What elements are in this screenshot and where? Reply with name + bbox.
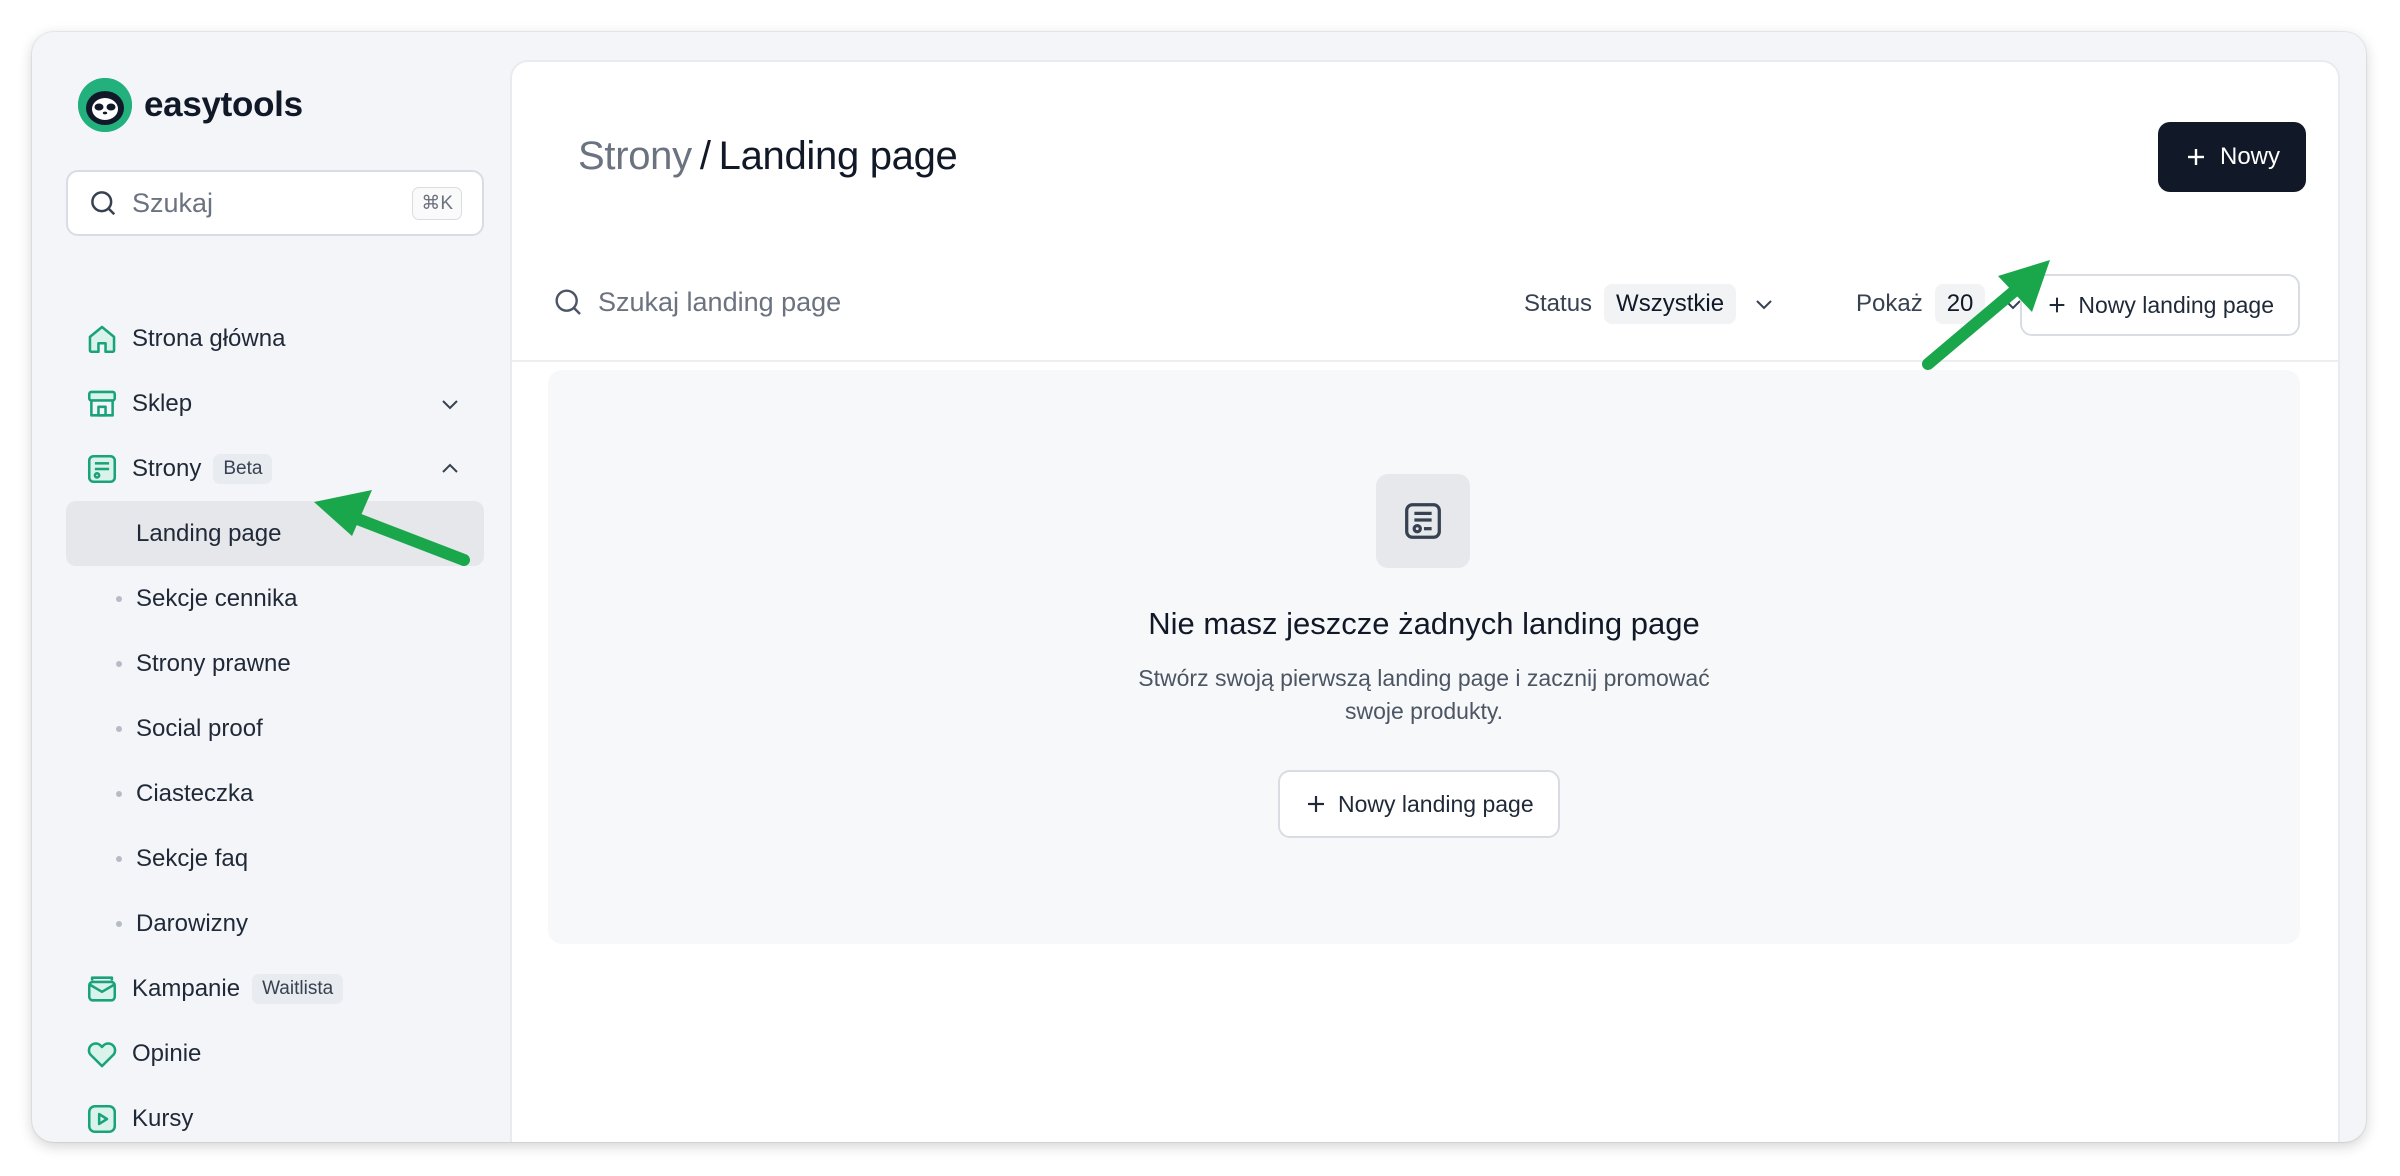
new-button-label: Nowy (2219, 143, 2280, 170)
sidebar-item-campaigns[interactable]: Kampanie Waitlista (66, 956, 484, 1021)
landing-search-input[interactable]: Szukaj landing page (552, 286, 841, 318)
empty-state-button-label: Nowy landing page (1338, 790, 1534, 817)
sidebar-item-label: Sklep (132, 389, 193, 417)
bullet-dot (116, 790, 122, 797)
sidebar-subitem-label: Ciasteczka (136, 779, 254, 807)
sidebar-item-label: Strony (132, 454, 202, 482)
sidebar-item-label: Kampanie (132, 974, 241, 1002)
sidebar-subitem-legal-pages[interactable]: Strony prawne (66, 631, 484, 696)
shortcut-hint: ⌘K (412, 186, 462, 220)
show-label: Pokaż (1856, 290, 1923, 317)
sidebar-item-label: Opinie (132, 1039, 202, 1067)
logo[interactable]: easytools (78, 78, 303, 132)
brand-name: easytools (144, 85, 303, 124)
app-window: easytools Szukaj ⌘K Strona główna Sklep (32, 32, 2366, 1142)
empty-state: Nie masz jeszcze żadnych landing page St… (548, 370, 2300, 944)
breadcrumb: Strony / Landing page (578, 134, 958, 179)
sidebar-search-input[interactable]: Szukaj ⌘K (66, 170, 484, 236)
chevron-down-icon (1756, 300, 1772, 310)
sidebar-subitem-donations[interactable]: Darowizny (66, 891, 484, 956)
show-value: 20 (1934, 284, 1986, 324)
sidebar-subitem-label: Sekcje faq (136, 844, 249, 872)
chevron-up-icon[interactable] (438, 457, 462, 481)
sidebar-subitem-label: Landing page (136, 519, 282, 547)
page-size-filter[interactable]: Pokaż 20 (1856, 284, 2025, 324)
bullet-dot (116, 595, 122, 602)
sidebar-subitem-label: Social proof (136, 714, 263, 742)
bullet-dot (116, 660, 122, 667)
breadcrumb-parent-link[interactable]: Strony (578, 134, 692, 178)
sidebar-item-home[interactable]: Strona główna (66, 306, 484, 371)
chevron-down-icon[interactable] (438, 392, 462, 416)
page-icon (1376, 474, 1470, 568)
page-title: Landing page (718, 134, 958, 178)
plus-icon (2187, 149, 2204, 165)
sloth-logo-icon (78, 78, 132, 132)
sidebar: easytools Szukaj ⌘K Strona główna Sklep (32, 32, 510, 1142)
search-icon (91, 191, 116, 216)
sidebar-nav: Strona główna Sklep Strony Beta Landing … (66, 306, 484, 1142)
heart-icon (84, 1036, 120, 1072)
empty-state-title: Nie masz jeszcze żadnych landing page (1148, 606, 1700, 641)
sidebar-subitem-cookies[interactable]: Ciasteczka (66, 761, 484, 826)
sidebar-item-store[interactable]: Sklep (66, 371, 484, 436)
home-icon (84, 321, 120, 357)
sidebar-subitem-faq-sections[interactable]: Sekcje faq (66, 826, 484, 891)
plus-icon (2050, 297, 2065, 313)
bullet-dot (116, 920, 122, 927)
play-icon (84, 1101, 120, 1137)
empty-state-description: Stwórz swoją pierwszą landing page i zac… (1138, 665, 1710, 724)
toolbar: Szukaj landing page Status Wszystkie Pok… (512, 248, 2338, 362)
sidebar-search-placeholder: Szukaj (132, 187, 214, 218)
status-label: Status (1524, 290, 1593, 317)
new-landing-page-label: Nowy landing page (2078, 291, 2274, 318)
sidebar-subitem-label: Darowizny (136, 909, 249, 937)
plus-icon (1308, 796, 1324, 812)
breadcrumb-separator: / (699, 134, 711, 178)
search-icon (555, 289, 581, 315)
sidebar-subitem-pricing-sections[interactable]: Sekcje cennika (66, 566, 484, 631)
main-content: Strony / Landing page Nowy Szukaj landing … (510, 60, 2340, 1142)
sidebar-item-reviews[interactable]: Opinie (66, 1021, 484, 1086)
bullet-dot (116, 855, 122, 862)
sidebar-subitem-label: Sekcje cennika (136, 584, 298, 612)
sidebar-subitem-landing-page[interactable]: Landing page (66, 501, 484, 566)
empty-state-new-landing-page-button[interactable]: Nowy landing page (1278, 770, 1560, 838)
page-icon (84, 451, 120, 487)
sidebar-subitem-label: Strony prawne (136, 649, 291, 677)
sidebar-subitem-social-proof[interactable]: Social proof (66, 696, 484, 761)
status-filter[interactable]: Status Wszystkie (1524, 284, 1776, 324)
sidebar-item-label: Kursy (132, 1104, 194, 1132)
sidebar-item-courses[interactable]: Kursy (66, 1086, 484, 1142)
beta-badge: Beta (213, 453, 273, 484)
new-landing-page-button[interactable]: Nowy landing page (2020, 274, 2300, 336)
mail-stack-icon (84, 971, 120, 1007)
store-icon (84, 386, 120, 422)
landing-search-placeholder: Szukaj landing page (598, 286, 842, 317)
sidebar-item-pages[interactable]: Strony Beta (66, 436, 484, 501)
sidebar-item-label: Strona główna (132, 324, 286, 352)
new-button[interactable]: Nowy (2157, 122, 2306, 192)
bullet-dot (116, 725, 122, 732)
waitlist-badge: Waitlista (252, 973, 344, 1004)
status-value: Wszystkie (1604, 284, 1737, 324)
